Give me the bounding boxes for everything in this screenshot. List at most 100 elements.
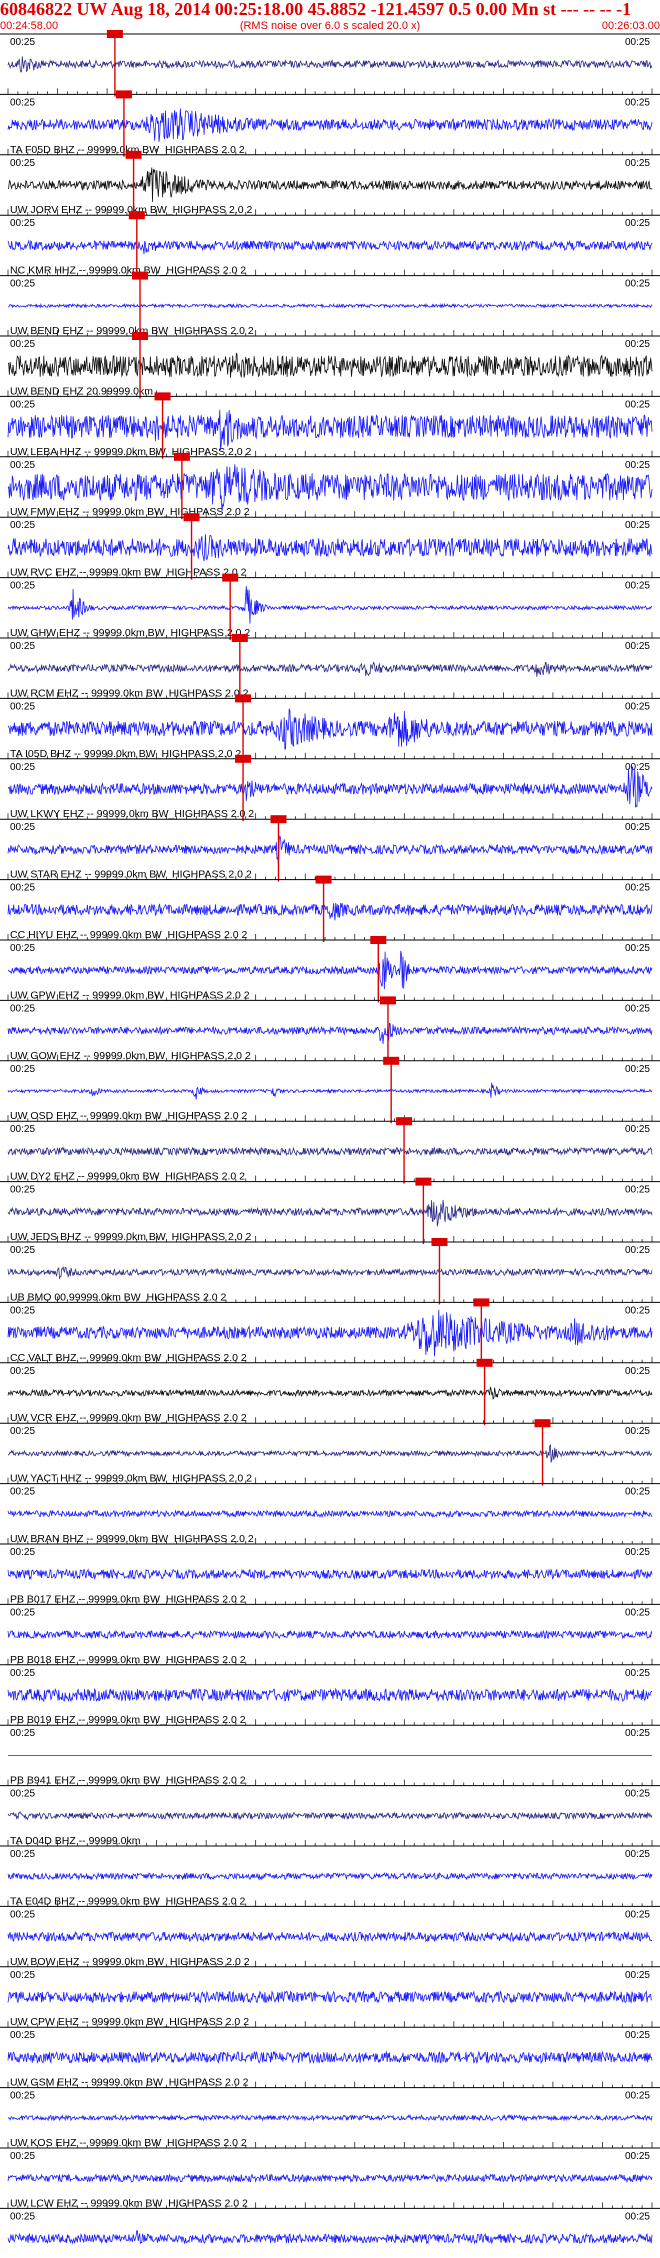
tick-label-left: 00:25: [10, 1124, 35, 1135]
tick-label-right: 00:25: [625, 1909, 650, 1920]
station-label: TA E04D BHZ -- 99999.0km BW_HIGHPASS 2.0…: [10, 1895, 246, 1907]
tick-label-left: 00:25: [10, 2211, 35, 2222]
tick-label-right: 00:25: [625, 1970, 650, 1981]
waveform-trace: [7, 1568, 653, 1581]
tick-label-right: 00:25: [625, 1185, 650, 1196]
pick-flag: [383, 1056, 400, 1065]
waveform-trace: [7, 1990, 653, 2004]
tick-label-left: 00:25: [10, 1909, 35, 1920]
tick-label-left: 00:25: [10, 1487, 35, 1498]
tick-label-left: 00:25: [10, 2091, 35, 2102]
tick-label-right: 00:25: [625, 520, 650, 531]
waveform-trace: [7, 302, 653, 309]
station-label: UW BOW EHZ -- 99999.0km BW_HIGHPASS 2.0 …: [10, 1956, 250, 1968]
tick-label-left: 00:25: [10, 1426, 35, 1437]
tick-label-left: 00:25: [10, 1366, 35, 1377]
pick-flag: [106, 30, 123, 38]
tick-label-right: 00:25: [625, 1003, 650, 1014]
tick-label-right: 00:25: [625, 701, 650, 712]
tick-label-left: 00:25: [10, 1789, 35, 1800]
station-label: UW YACT HHZ -- 99999.0km BW_HIGHPASS 2.0…: [10, 1473, 252, 1485]
pick-flag: [132, 332, 149, 340]
waveform-trace: [7, 2113, 653, 2122]
pick-flag: [396, 1117, 413, 1126]
tick-label-right: 00:25: [625, 1789, 650, 1800]
tick-label-left: 00:25: [10, 1970, 35, 1981]
tick-label-left: 00:25: [10, 1003, 35, 1014]
waveform-trace: [7, 1266, 653, 1280]
tick-label-right: 00:25: [625, 883, 650, 894]
station-label: CC HIYU EHZ -- 99999.0km BW_HIGHPASS 2.0…: [10, 929, 247, 941]
tick-label-right: 00:25: [625, 2211, 650, 2222]
pick-flag: [315, 875, 332, 884]
station-label: UW LCW EHZ -- 99999.0km BW_HIGHPASS 2.0 …: [10, 2197, 248, 2209]
tick-label-left: 00:25: [10, 1849, 35, 1860]
tick-label-right: 00:25: [625, 1849, 650, 1860]
tick-label-left: 00:25: [10, 1185, 35, 1196]
station-label: UW BEND EHZ 20.99999.0km: [10, 385, 153, 397]
station-label: UW JEDS BHZ -- 99999.0km BW_HIGHPASS 2.0…: [10, 1231, 252, 1243]
station-label: UW LEBA HHZ -- 99999.0km BW_HIGHPASS 2.0…: [10, 446, 252, 458]
tick-label-left: 00:25: [10, 97, 35, 108]
tick-label-left: 00:25: [10, 1728, 35, 1739]
pick-flag: [235, 754, 252, 763]
pick-flag: [173, 452, 190, 461]
tick-label-right: 00:25: [625, 1305, 650, 1316]
pick-flag: [222, 573, 239, 582]
tick-label-right: 00:25: [625, 1064, 650, 1075]
tick-label-left: 00:25: [10, 339, 35, 350]
tick-label-right: 00:25: [625, 1668, 650, 1679]
waveform-trace: [7, 1687, 653, 1703]
pick-flag: [115, 90, 132, 99]
waveform-trace: [7, 1146, 653, 1157]
station-label: CC VALT BHZ -- 99999.0km BW_HIGHPASS 2.0…: [10, 1352, 247, 1364]
station-label: NC KMR HHZ -- 99999.0km BW_HIGHPASS 2.0 …: [10, 265, 246, 277]
waveform-trace: [7, 2229, 653, 2245]
tick-label-left: 00:25: [10, 279, 35, 290]
tick-label-right: 00:25: [625, 581, 650, 592]
tick-label-left: 00:25: [10, 218, 35, 229]
waveform-trace: [7, 56, 653, 73]
tick-label-right: 00:25: [625, 97, 650, 108]
waveform-trace: [7, 167, 653, 202]
station-label: TA I05D BHZ -- 99999.0km BW_HIGHPASS 2.0…: [10, 748, 241, 760]
tick-label-left: 00:25: [10, 1668, 35, 1679]
station-label: UW DY2 EHZ -- 99999.0km BW_HIGHPASS 2.0 …: [10, 1171, 245, 1183]
waveform-trace: [7, 586, 653, 624]
station-label: TA D04D BHZ -- 99999.0km: [10, 1835, 141, 1847]
tick-label-right: 00:25: [625, 2030, 650, 2041]
waveform-trace: [7, 1309, 653, 1357]
pick-flag: [370, 936, 387, 944]
station-label: UW RVC EHZ -- 99999.0km BW_HIGHPASS 2.0 …: [10, 567, 247, 579]
waveform-trace: [7, 1022, 653, 1045]
station-label: UW BRAN BHZ -- 99999.0km BW_HIGHPASS 2.0…: [10, 1533, 254, 1545]
station-label: UW FMW EHZ -- 99999.0km BW_HIGHPASS 2.0 …: [10, 506, 250, 518]
tick-label-left: 00:25: [10, 762, 35, 773]
tick-label-left: 00:25: [10, 520, 35, 531]
station-label: UW STAR EHZ -- 99999.0km BW_HIGHPASS 2.0…: [10, 869, 252, 881]
pick-flag: [132, 271, 149, 280]
tick-label-right: 00:25: [625, 37, 650, 48]
tick-label-right: 00:25: [625, 339, 650, 350]
tick-label-right: 00:25: [625, 641, 650, 652]
waveform-trace: [7, 661, 653, 677]
waveform-trace: [7, 2173, 653, 2184]
station-label: UW OSD EHZ -- 99999.0km BW_HIGHPASS 2.0 …: [10, 1110, 247, 1122]
tick-label-right: 00:25: [625, 158, 650, 169]
tick-label-left: 00:25: [10, 943, 35, 954]
tick-label-left: 00:25: [10, 581, 35, 592]
pick-flag: [476, 1358, 493, 1367]
tick-label-left: 00:25: [10, 37, 35, 48]
tick-label-left: 00:25: [10, 1305, 35, 1316]
station-label: PB B017 EHZ -- 99999.0km BW_HIGHPASS 2.0…: [10, 1593, 246, 1605]
waveform-trace: [7, 1810, 653, 1821]
waveform-trace: [7, 1629, 653, 1640]
tick-label-left: 00:25: [10, 1607, 35, 1618]
tick-label-left: 00:25: [10, 701, 35, 712]
waveform-trace: [7, 1509, 653, 1519]
waveform-trace: [7, 534, 653, 562]
tick-label-right: 00:25: [625, 279, 650, 290]
station-label: UW GSM EHZ -- 99999.0km BW_HIGHPASS 2.0 …: [10, 2077, 249, 2089]
seismogram-plot: 00:25 00:2500:25 00:25TA F05D BHZ -- 99999…: [0, 30, 660, 2258]
pick-flag: [473, 1298, 490, 1307]
